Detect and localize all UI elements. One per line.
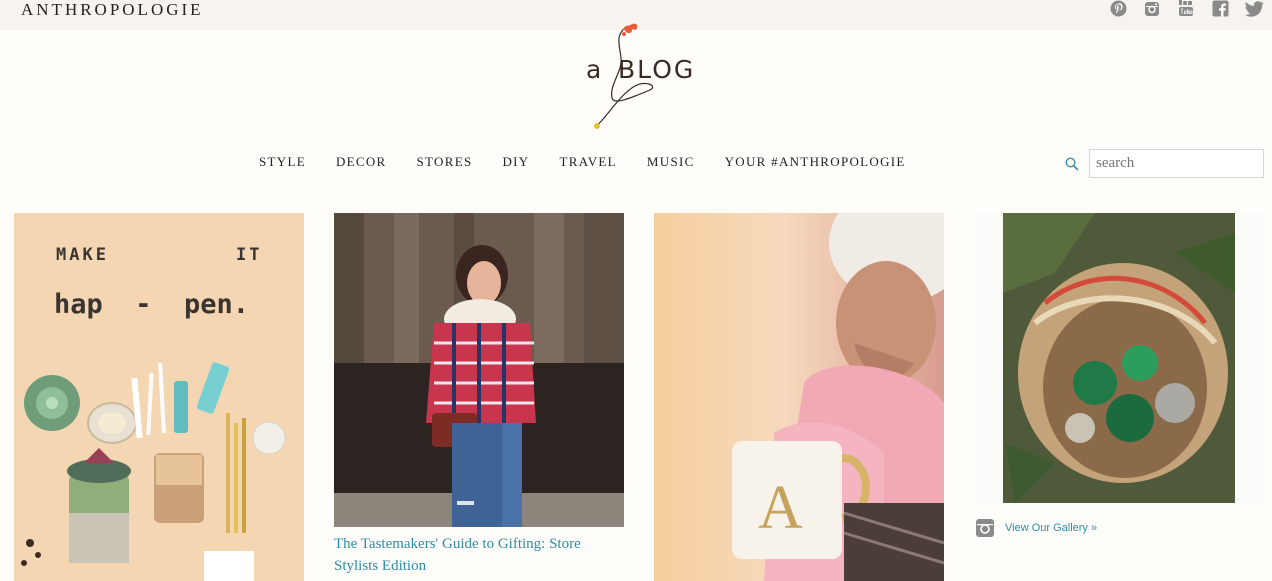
search-icon[interactable] (1065, 157, 1079, 176)
gallery-link[interactable]: View Our Gallery » (975, 518, 1097, 538)
brand-logo[interactable]: ANTHROPOLOGIE (21, 0, 204, 20)
nav-item-decor[interactable]: DECOR (321, 153, 402, 170)
post-image-tastemakers (334, 213, 624, 527)
nav-item-music[interactable]: MUSIC (632, 153, 710, 170)
instagram-widget (975, 213, 1265, 503)
post-card-tastemakers[interactable] (334, 213, 624, 527)
youtube-icon[interactable] (1176, 0, 1196, 17)
svg-text:A: A (758, 474, 803, 542)
search-input[interactable] (1089, 149, 1264, 178)
social-links (1108, 0, 1264, 17)
logo-word: BLOG (618, 55, 696, 84)
nav-item-travel[interactable]: TRAVEL (545, 153, 632, 170)
post-image-mug: A (654, 213, 944, 581)
nav-item-style[interactable]: STYLE (244, 153, 321, 170)
instagram-icon[interactable] (1142, 0, 1162, 17)
post-image-make-it-happen: MAKE IT hap - pen. (14, 213, 304, 581)
image-text-make: MAKE (56, 245, 109, 265)
main-nav: STYLE DECOR STORES DIY TRAVEL MUSIC YOUR… (244, 153, 921, 170)
instagram-icon (976, 519, 994, 537)
facebook-icon[interactable] (1210, 0, 1230, 17)
gallery-link-text[interactable]: View Our Gallery » (1005, 522, 1097, 534)
post-card-make-it-happen[interactable]: MAKE IT hap - pen. (14, 213, 304, 581)
pinterest-icon[interactable] (1108, 0, 1128, 17)
image-text-it: IT (236, 245, 262, 265)
nav-item-your-anthropologie[interactable]: YOUR #ANTHROPOLOGIE (710, 153, 921, 170)
blog-logo[interactable]: a BLOG (580, 18, 710, 134)
instagram-photo[interactable] (975, 213, 1265, 503)
nav-item-stores[interactable]: STORES (402, 153, 488, 170)
post-caption-tastemakers[interactable]: The Tastemakers' Guide to Gifting: Store… (334, 533, 624, 577)
twitter-icon[interactable] (1244, 0, 1264, 17)
logo-prefix: a (586, 55, 602, 84)
image-text-happen: hap - pen. (54, 289, 249, 320)
nav-item-diy[interactable]: DIY (487, 153, 544, 170)
post-card-mug[interactable]: A (654, 213, 944, 581)
